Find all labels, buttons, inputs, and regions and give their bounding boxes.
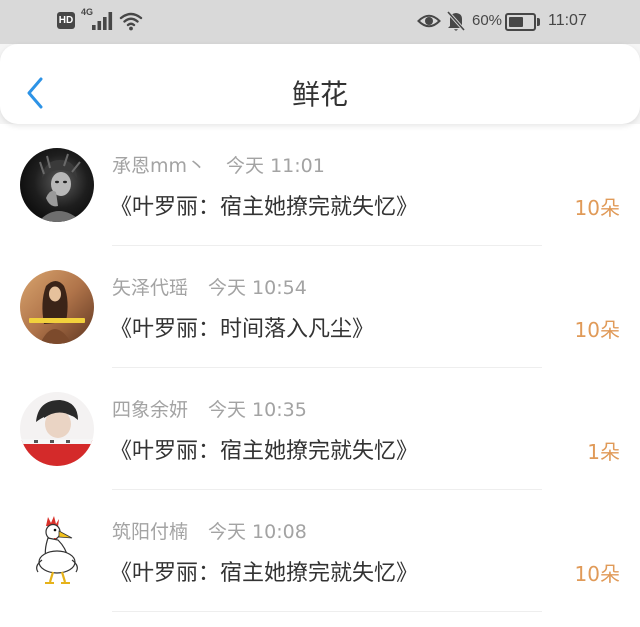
flower-record-list: 承恩mm丶 今天 11:01 《叶罗丽：宿主她撩完就失忆》 10朵 矢泽代瑶 今…	[0, 124, 640, 627]
list-item[interactable]: 矢泽代瑶 今天 10:54 《叶罗丽：时间落入凡尘》 10朵	[0, 246, 640, 368]
sender-meta: 筑阳付楠 今天 10:08	[112, 520, 307, 544]
list-item[interactable]: 筑阳付楠 今天 10:08 《叶罗丽：宿主她撩完就失忆》 10朵	[0, 490, 640, 612]
flower-count: 10朵	[574, 196, 620, 220]
avatar[interactable]	[20, 392, 94, 466]
signal-icon	[92, 12, 113, 30]
hd-badge: HD	[57, 12, 75, 29]
sender-meta: 四象余妍 今天 10:35	[112, 398, 307, 422]
wifi-icon	[119, 12, 143, 31]
avatar[interactable]	[20, 148, 94, 222]
avatar-photo	[20, 270, 94, 344]
sender-meta: 矢泽代瑶 今天 10:54	[112, 276, 307, 300]
eye-icon	[417, 14, 441, 28]
avatar-photo	[20, 392, 94, 466]
divider	[112, 611, 542, 612]
battery-percent: 60%	[472, 12, 503, 29]
battery-icon	[505, 13, 540, 31]
send-time: 今天 10:08	[208, 521, 307, 543]
sender-meta: 承恩mm丶 今天 11:01	[112, 154, 325, 178]
status-bar: HD 4G 60% 11:07	[0, 0, 640, 44]
bell-off-icon	[446, 10, 466, 32]
book-title[interactable]: 《叶罗丽：宿主她撩完就失忆》	[110, 193, 418, 223]
sender-name[interactable]: 矢泽代瑶	[112, 276, 188, 300]
send-time: 今天 10:35	[208, 399, 307, 421]
avatar-photo	[20, 148, 94, 222]
avatar-photo	[20, 514, 94, 588]
flower-count: 10朵	[574, 562, 620, 586]
send-time: 今天 10:54	[208, 277, 307, 299]
flower-count: 10朵	[574, 318, 620, 342]
page-title: 鲜花	[291, 78, 348, 111]
book-title[interactable]: 《叶罗丽：宿主她撩完就失忆》	[110, 437, 418, 467]
sender-name[interactable]: 承恩mm丶	[112, 154, 206, 178]
battery-nub	[537, 18, 540, 26]
send-time: 今天 11:01	[226, 155, 325, 177]
battery-level-fill	[509, 17, 523, 27]
book-title[interactable]: 《叶罗丽：时间落入凡尘》	[110, 315, 374, 345]
sender-name[interactable]: 四象余妍	[112, 398, 188, 422]
avatar[interactable]	[20, 514, 94, 588]
flower-count: 1朵	[587, 440, 620, 464]
status-time: 11:07	[548, 12, 587, 29]
list-item[interactable]: 承恩mm丶 今天 11:01 《叶罗丽：宿主她撩完就失忆》 10朵	[0, 124, 640, 246]
list-item[interactable]: 四象余妍 今天 10:35 《叶罗丽：宿主她撩完就失忆》 1朵	[0, 368, 640, 490]
nav-header: 鲜花	[0, 44, 640, 124]
sender-name[interactable]: 筑阳付楠	[112, 520, 188, 544]
book-title[interactable]: 《叶罗丽：宿主她撩完就失忆》	[110, 559, 418, 589]
avatar[interactable]	[20, 270, 94, 344]
